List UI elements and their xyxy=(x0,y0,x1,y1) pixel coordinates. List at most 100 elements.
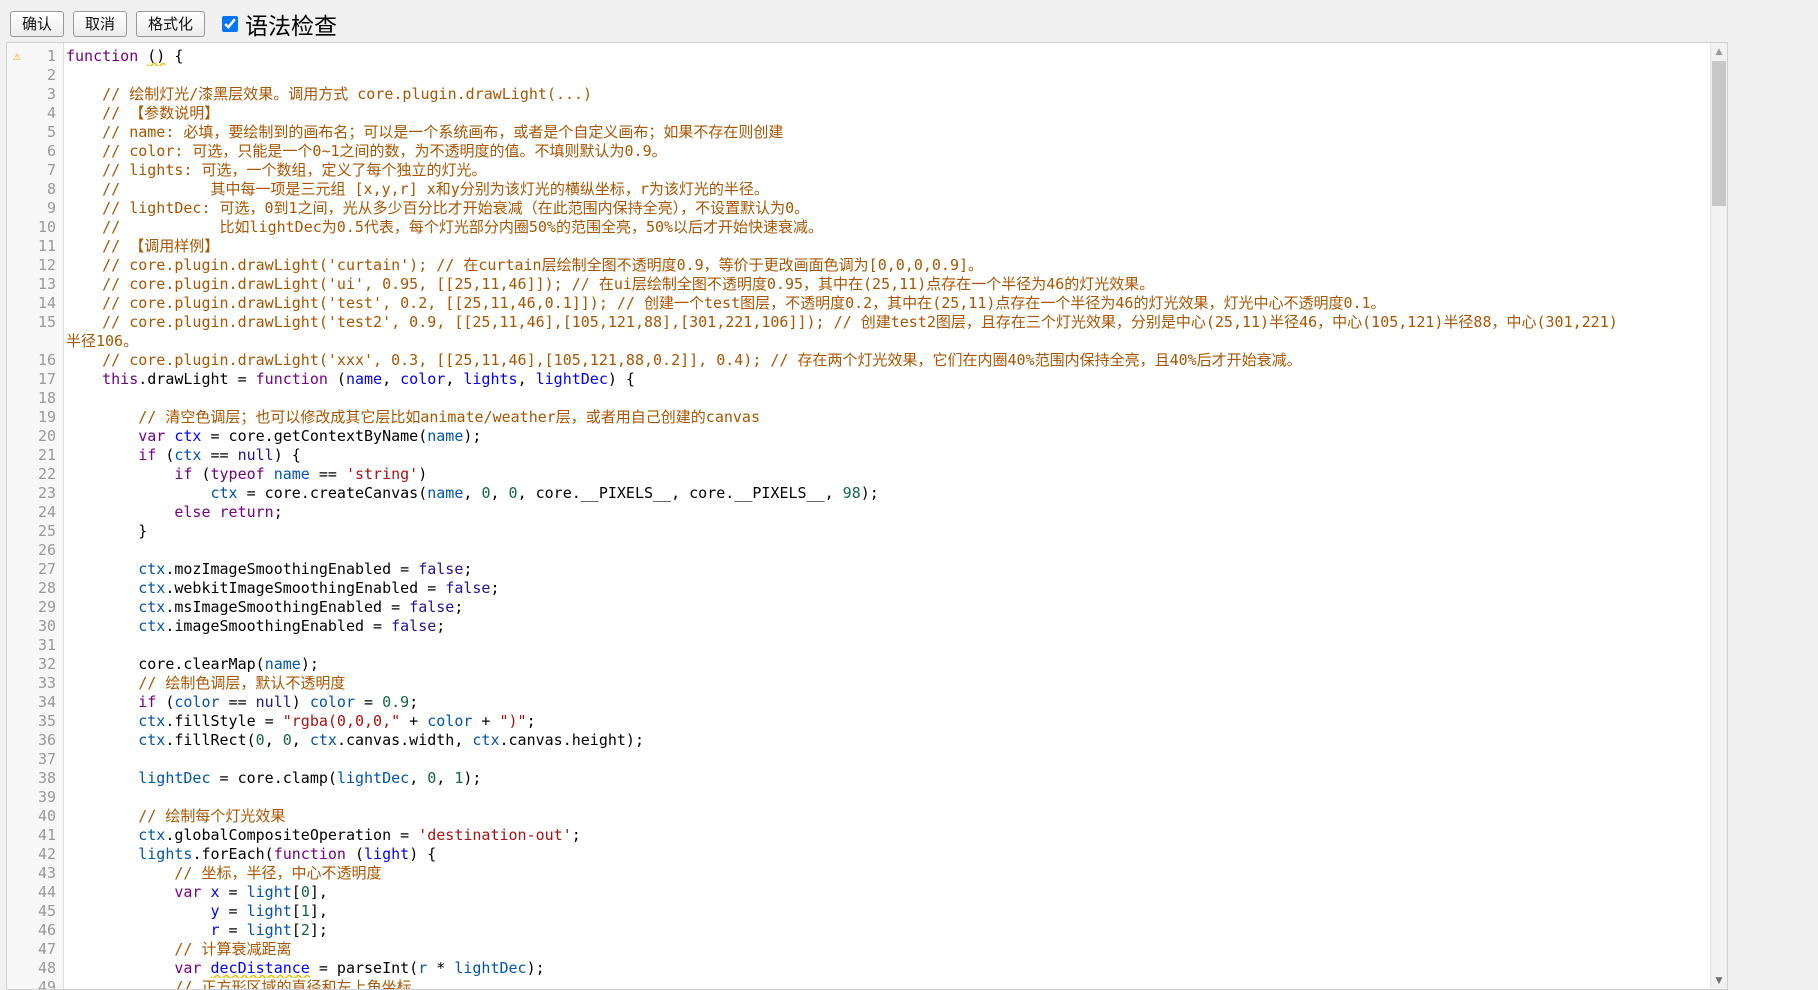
gutter-marker xyxy=(7,256,27,275)
code-line[interactable]: 27 ctx.mozImageSmoothingEnabled = false; xyxy=(7,560,1710,579)
code-line[interactable]: 8 // 其中每一项是三元组 [x,y,r] x和y分别为该灯光的横纵坐标，r为… xyxy=(7,180,1710,199)
code-line[interactable]: 20 var ctx = core.getContextByName(name)… xyxy=(7,427,1710,446)
line-number: 18 xyxy=(27,389,66,408)
code-line[interactable]: 5 // name: 必填，要绘制到的画布名；可以是一个系统画布，或者是个自定义… xyxy=(7,123,1710,142)
code-line[interactable]: 9 // lightDec: 可选，0到1之间，光从多少百分比才开始衰减（在此范… xyxy=(7,199,1710,218)
code-line[interactable]: 21 if (ctx == null) { xyxy=(7,446,1710,465)
gutter-marker xyxy=(7,503,27,522)
syntax-check-toggle[interactable]: 语法检查 xyxy=(222,7,337,41)
code-line[interactable]: 39 xyxy=(7,788,1710,807)
scrollbar-thumb[interactable] xyxy=(1712,61,1726,206)
line-number: 20 xyxy=(27,427,66,446)
line-number: 21 xyxy=(27,446,66,465)
line-number: 28 xyxy=(27,579,66,598)
code-line[interactable]: 42 lights.forEach(function (light) { xyxy=(7,845,1710,864)
code-line[interactable]: 43 // 坐标，半径，中心不透明度 xyxy=(7,864,1710,883)
code-line[interactable]: 32 core.clearMap(name); xyxy=(7,655,1710,674)
scroll-up-button[interactable]: ▲ xyxy=(1711,43,1727,60)
code-text: ctx.msImageSmoothingEnabled = false; xyxy=(66,598,1710,617)
code-line[interactable]: 13 // core.plugin.drawLight('ui', 0.95, … xyxy=(7,275,1710,294)
code-text: ctx.mozImageSmoothingEnabled = false; xyxy=(66,560,1710,579)
line-number: 17 xyxy=(27,370,66,389)
code-line[interactable]: 23 ctx = core.createCanvas(name, 0, 0, c… xyxy=(7,484,1710,503)
code-lines[interactable]: ⚠1function () {23 // 绘制灯光/漆黑层效果。调用方式 cor… xyxy=(7,47,1710,989)
code-text: else return; xyxy=(66,503,1710,522)
code-line[interactable]: 10 // 比如lightDec为0.5代表，每个灯光部分内圈50%的范围全亮，… xyxy=(7,218,1710,237)
code-line[interactable]: 46 r = light[2]; xyxy=(7,921,1710,940)
code-line[interactable]: 2 xyxy=(7,66,1710,85)
code-line[interactable]: 14 // core.plugin.drawLight('test', 0.2,… xyxy=(7,294,1710,313)
code-line[interactable]: 24 else return; xyxy=(7,503,1710,522)
code-line[interactable]: 35 ctx.fillStyle = "rgba(0,0,0," + color… xyxy=(7,712,1710,731)
code-line[interactable]: 15 // core.plugin.drawLight('test2', 0.9… xyxy=(7,313,1710,332)
code-text: // 清空色调层；也可以修改成其它层比如animate/weather层，或者用… xyxy=(66,408,1710,427)
line-number: 33 xyxy=(27,674,66,693)
line-number: 43 xyxy=(27,864,66,883)
code-line[interactable]: 38 lightDec = core.clamp(lightDec, 0, 1)… xyxy=(7,769,1710,788)
line-number: 16 xyxy=(27,351,66,370)
vertical-scrollbar[interactable]: ▲ ▼ xyxy=(1710,43,1727,989)
code-line[interactable]: 16 // core.plugin.drawLight('xxx', 0.3, … xyxy=(7,351,1710,370)
code-text: // 其中每一项是三元组 [x,y,r] x和y分别为该灯光的横纵坐标，r为该灯… xyxy=(66,180,1710,199)
line-number: 36 xyxy=(27,731,66,750)
code-line[interactable]: 4 // 【参数说明】 xyxy=(7,104,1710,123)
code-line[interactable]: 29 ctx.msImageSmoothingEnabled = false; xyxy=(7,598,1710,617)
code-line[interactable]: 40 // 绘制每个灯光效果 xyxy=(7,807,1710,826)
code-line[interactable]: 17 this.drawLight = function (name, colo… xyxy=(7,370,1710,389)
code-line[interactable]: 36 ctx.fillRect(0, 0, ctx.canvas.width, … xyxy=(7,731,1710,750)
line-number: 13 xyxy=(27,275,66,294)
code-text: // 坐标，半径，中心不透明度 xyxy=(66,864,1710,883)
code-line[interactable]: 19 // 清空色调层；也可以修改成其它层比如animate/weather层，… xyxy=(7,408,1710,427)
code-line[interactable]: 12 // core.plugin.drawLight('curtain'); … xyxy=(7,256,1710,275)
code-line[interactable]: 48 var decDistance = parseInt(r * lightD… xyxy=(7,959,1710,978)
code-line[interactable]: 18 xyxy=(7,389,1710,408)
code-text: // 【调用样例】 xyxy=(66,237,1710,256)
gutter-marker xyxy=(7,313,27,332)
gutter-marker xyxy=(7,617,27,636)
gutter-marker xyxy=(7,902,27,921)
code-line[interactable]: 49 // 正方形区域的直径和左上角坐标 xyxy=(7,978,1710,989)
code-line[interactable]: 11 // 【调用样例】 xyxy=(7,237,1710,256)
line-number: 48 xyxy=(27,959,66,978)
code-line[interactable]: 26 xyxy=(7,541,1710,560)
code-line[interactable]: 7 // lights: 可选，一个数组，定义了每个独立的灯光。 xyxy=(7,161,1710,180)
code-line[interactable]: 31 xyxy=(7,636,1710,655)
scroll-down-button[interactable]: ▼ xyxy=(1711,972,1727,989)
gutter-marker xyxy=(7,218,27,237)
syntax-check-checkbox[interactable] xyxy=(222,16,238,32)
code-line[interactable]: 半径106。 xyxy=(7,332,1710,351)
code-line[interactable]: 45 y = light[1], xyxy=(7,902,1710,921)
code-line[interactable]: 3 // 绘制灯光/漆黑层效果。调用方式 core.plugin.drawLig… xyxy=(7,85,1710,104)
code-line[interactable]: 47 // 计算衰减距离 xyxy=(7,940,1710,959)
code-text xyxy=(66,788,1710,807)
code-line[interactable]: 44 var x = light[0], xyxy=(7,883,1710,902)
code-line[interactable]: 41 ctx.globalCompositeOperation = 'desti… xyxy=(7,826,1710,845)
line-number: 35 xyxy=(27,712,66,731)
line-number: 39 xyxy=(27,788,66,807)
code-line[interactable]: 25 } xyxy=(7,522,1710,541)
code-line[interactable]: 30 ctx.imageSmoothingEnabled = false; xyxy=(7,617,1710,636)
gutter-marker xyxy=(7,769,27,788)
code-line[interactable]: ⚠1function () { xyxy=(7,47,1710,66)
code-line[interactable]: 33 // 绘制色调层，默认不透明度 xyxy=(7,674,1710,693)
gutter-marker xyxy=(7,161,27,180)
code-text: ctx.imageSmoothingEnabled = false; xyxy=(66,617,1710,636)
confirm-button[interactable]: 确认 xyxy=(10,11,64,37)
cancel-button[interactable]: 取消 xyxy=(73,11,127,37)
code-text: r = light[2]; xyxy=(66,921,1710,940)
code-line[interactable]: 34 if (color == null) color = 0.9; xyxy=(7,693,1710,712)
code-line[interactable]: 6 // color: 可选，只能是一个0~1之间的数，为不透明度的值。不填则默… xyxy=(7,142,1710,161)
code-line[interactable]: 22 if (typeof name == 'string') xyxy=(7,465,1710,484)
code-line[interactable]: 28 ctx.webkitImageSmoothingEnabled = fal… xyxy=(7,579,1710,598)
format-button[interactable]: 格式化 xyxy=(136,11,205,37)
gutter-marker xyxy=(7,864,27,883)
code-line[interactable]: 37 xyxy=(7,750,1710,769)
code-text: // 绘制灯光/漆黑层效果。调用方式 core.plugin.drawLight… xyxy=(66,85,1710,104)
line-number: 32 xyxy=(27,655,66,674)
gutter-marker xyxy=(7,598,27,617)
line-number: 41 xyxy=(27,826,66,845)
code-editor[interactable]: ⚠1function () {23 // 绘制灯光/漆黑层效果。调用方式 cor… xyxy=(6,42,1728,990)
code-text: var ctx = core.getContextByName(name); xyxy=(66,427,1710,446)
line-number: 42 xyxy=(27,845,66,864)
gutter-marker xyxy=(7,560,27,579)
